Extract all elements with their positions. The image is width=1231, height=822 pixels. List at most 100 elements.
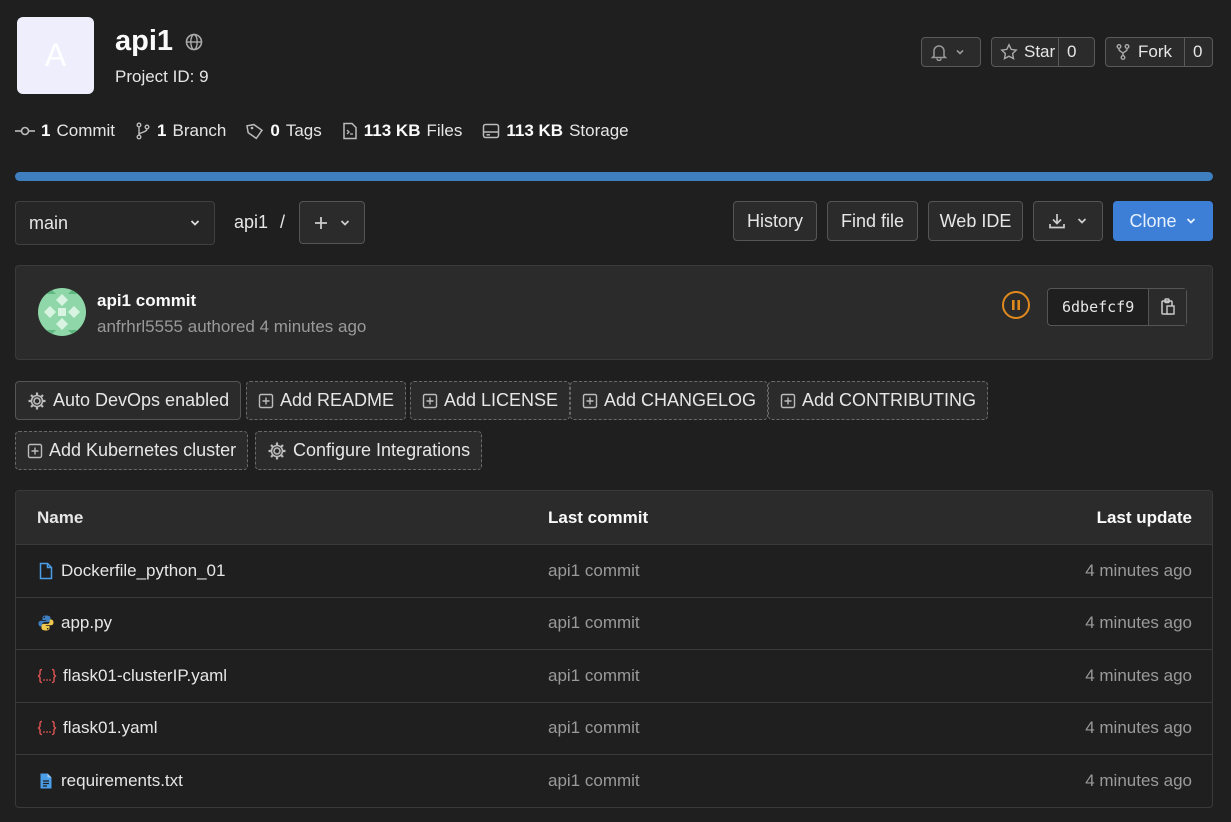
gear-icon <box>27 391 47 411</box>
file-icon <box>342 122 358 140</box>
star-label: Star <box>1024 42 1056 61</box>
fork-button[interactable]: Fork 0 <box>1105 37 1213 67</box>
stat-label: Tags <box>285 121 322 140</box>
file-last-update: 4 minutes ago <box>1085 771 1192 791</box>
last-commit-panel: api1 commit anfrhrl5555 authored 4 minut… <box>15 265 1213 360</box>
author-avatar[interactable] <box>38 288 86 336</box>
commit-authored-time: authored 4 minutes ago <box>187 317 367 336</box>
web-ide-button[interactable]: Web IDE <box>928 201 1023 241</box>
file-last-commit[interactable]: api1 commit <box>548 718 640 738</box>
yaml-icon <box>37 719 57 737</box>
branch-icon <box>135 122 151 140</box>
file-name-cell[interactable]: app.py <box>37 613 112 633</box>
star-icon <box>1000 43 1018 61</box>
chevron-down-icon <box>339 217 351 229</box>
quick-action-label: Auto DevOps enabled <box>53 390 230 410</box>
clone-dropdown[interactable]: Clone <box>1113 201 1213 241</box>
branch-selector[interactable]: main <box>15 201 215 245</box>
plus-square-icon <box>582 393 598 409</box>
tag-icon <box>246 122 264 140</box>
file-name[interactable]: flask01.yaml <box>63 718 157 738</box>
find-file-button[interactable]: Find file <box>827 201 918 241</box>
quick-action-label: Add CONTRIBUTING <box>802 390 977 410</box>
configure-integrations-button[interactable]: Configure Integrations <box>255 431 483 470</box>
add-kubernetes-cluster-button[interactable]: Add Kubernetes cluster <box>15 431 249 470</box>
stat-commits[interactable]: 1 Commit <box>15 121 115 141</box>
project-title: api1 <box>115 25 203 58</box>
download-dropdown[interactable] <box>1033 201 1103 241</box>
file-name-cell[interactable]: Dockerfile_python_01 <box>37 561 225 581</box>
table-row[interactable]: app.py api1 commit 4 minutes ago <box>16 598 1212 650</box>
chevron-down-icon <box>189 217 201 229</box>
commit-sha-group: 6dbefcf9 <box>1047 288 1188 326</box>
add-changelog-button[interactable]: Add CHANGELOG <box>570 381 769 420</box>
pipeline-paused-icon[interactable] <box>1001 290 1031 320</box>
file-last-commit[interactable]: api1 commit <box>548 666 640 686</box>
file-name-cell[interactable]: requirements.txt <box>37 771 183 791</box>
breadcrumb-separator: / <box>280 212 286 232</box>
quick-action-label: Configure Integrations <box>293 440 471 460</box>
add-to-tree-dropdown[interactable] <box>299 201 365 244</box>
copy-sha-button[interactable] <box>1148 289 1187 325</box>
file-icon <box>37 562 55 580</box>
commit-meta: anfrhrl5555 authored 4 minutes ago <box>97 317 366 337</box>
clipboard-icon <box>1160 298 1176 316</box>
quick-action-label: Add Kubernetes cluster <box>49 440 237 460</box>
star-count[interactable]: 0 <box>1058 38 1084 66</box>
auto-devops-button[interactable]: Auto DevOps enabled <box>15 381 242 420</box>
table-row[interactable]: requirements.txt api1 commit 4 minutes a… <box>16 755 1212 807</box>
table-row[interactable]: flask01-clusterIP.yaml api1 commit 4 min… <box>16 650 1212 703</box>
project-name: api1 <box>115 25 174 57</box>
quick-action-label: Add README <box>280 390 395 410</box>
stat-value: 1 <box>157 121 167 140</box>
fork-count[interactable]: 0 <box>1184 38 1210 66</box>
stat-storage[interactable]: 113 KB Storage <box>482 121 629 141</box>
add-contributing-button[interactable]: Add CONTRIBUTING <box>768 381 989 420</box>
file-last-update: 4 minutes ago <box>1085 613 1192 633</box>
add-readme-button[interactable]: Add README <box>246 381 407 420</box>
stat-value: 0 <box>270 121 280 140</box>
text-file-icon <box>37 772 55 790</box>
table-row[interactable]: flask01.yaml api1 commit 4 minutes ago <box>16 703 1212 755</box>
project-stats: 1 Commit 1 Branch 0 Tags 113 KB Files 11… <box>15 121 629 141</box>
commit-icon <box>15 124 35 138</box>
gear-icon <box>267 441 287 461</box>
chevron-down-icon <box>1076 215 1088 227</box>
commit-sha-link[interactable]: 6dbefcf9 <box>1048 289 1148 325</box>
file-name[interactable]: Dockerfile_python_01 <box>61 561 225 581</box>
notifications-seg <box>922 38 974 66</box>
chevron-down-icon <box>1185 215 1197 227</box>
quick-action-label: Add CHANGELOG <box>604 390 757 410</box>
breadcrumb-repo-link[interactable]: api1 <box>234 212 268 233</box>
file-last-commit[interactable]: api1 commit <box>548 561 640 581</box>
history-button[interactable]: History <box>733 201 817 241</box>
quick-action-label: Add LICENSE <box>444 390 559 410</box>
file-last-commit[interactable]: api1 commit <box>548 613 640 633</box>
file-name[interactable]: flask01-clusterIP.yaml <box>63 666 227 686</box>
download-icon <box>1048 212 1066 230</box>
stat-tags[interactable]: 0 Tags <box>246 121 322 141</box>
add-license-button[interactable]: Add LICENSE <box>410 381 571 420</box>
stat-files[interactable]: 113 KB Files <box>342 121 462 141</box>
commit-title-link[interactable]: api1 commit <box>97 291 196 311</box>
breadcrumb: api1 / <box>234 212 285 233</box>
plus-square-icon <box>780 393 796 409</box>
fork-seg: Fork <box>1106 38 1184 66</box>
python-icon <box>37 614 55 632</box>
file-last-update: 4 minutes ago <box>1085 718 1192 738</box>
header-last-commit: Last commit <box>548 507 649 527</box>
stat-value: 113 KB <box>506 121 564 140</box>
file-name[interactable]: requirements.txt <box>61 771 183 791</box>
file-last-commit[interactable]: api1 commit <box>548 771 640 791</box>
file-name-cell[interactable]: flask01.yaml <box>37 718 157 738</box>
stat-branches[interactable]: 1 Branch <box>135 121 226 141</box>
commit-author-link[interactable]: anfrhrl5555 <box>97 317 183 336</box>
header-last-update: Last update <box>1096 507 1192 527</box>
file-last-update: 4 minutes ago <box>1085 665 1192 685</box>
notifications-dropdown[interactable] <box>921 37 981 67</box>
file-name[interactable]: app.py <box>61 613 112 633</box>
file-name-cell[interactable]: flask01-clusterIP.yaml <box>37 666 227 686</box>
stat-value: 113 KB <box>363 121 421 140</box>
table-row[interactable]: Dockerfile_python_01 api1 commit 4 minut… <box>16 545 1212 598</box>
star-button[interactable]: Star 0 <box>991 37 1095 67</box>
